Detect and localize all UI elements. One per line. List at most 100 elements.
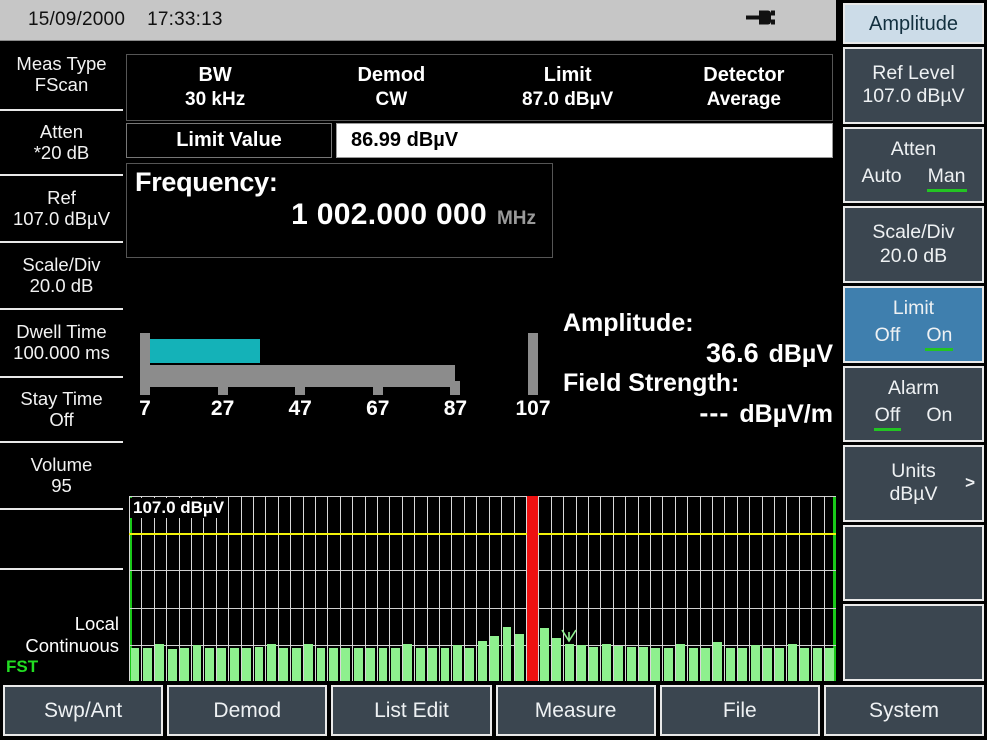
chart-bar	[143, 648, 152, 682]
softkey-label: Limit	[893, 297, 934, 320]
chart-gridline-vertical	[724, 496, 725, 682]
bargraph-tick	[140, 333, 150, 395]
sidebar-item-stay-time[interactable]: Stay Time Off	[0, 376, 123, 441]
chart-bar	[763, 648, 772, 682]
power-plug-icon	[746, 8, 780, 33]
info-cell-bw[interactable]: BW 30 kHz	[127, 55, 303, 120]
chart-gridline-vertical	[389, 496, 390, 682]
chart-bar	[813, 648, 822, 682]
chart-bar	[366, 648, 375, 682]
softkey-empty-1[interactable]	[843, 525, 984, 602]
chart-gridline-vertical	[451, 496, 452, 682]
chart-bar	[738, 648, 747, 682]
chart-bar	[627, 647, 636, 682]
chart-bar	[639, 647, 648, 682]
chart-bar	[751, 645, 760, 682]
softkey-empty-2[interactable]	[843, 604, 984, 681]
menu-button-file[interactable]: File	[660, 685, 820, 736]
field-strength-unit: dBµV/m	[739, 400, 833, 429]
sidebar-item-volume[interactable]: Volume 95	[0, 441, 123, 508]
softkey-label: Atten	[891, 138, 937, 161]
softkey-units[interactable]: Units dBµV >	[843, 445, 984, 522]
softkey-option-off[interactable]: Off	[875, 404, 901, 431]
bargraph-tick-label: 27	[211, 397, 234, 421]
softkey-option-on[interactable]: On	[926, 404, 952, 431]
info-cell-demod[interactable]: Demod CW	[303, 55, 479, 120]
softkey-option-man[interactable]: Man	[928, 165, 966, 192]
chart-gridline-vertical	[141, 496, 142, 682]
sidebar-item-ref[interactable]: Ref 107.0 dBµV	[0, 174, 123, 241]
sidebar-item-label: Volume	[31, 455, 93, 476]
amplitude-value: 36.6	[706, 338, 759, 369]
softkey-ref-level[interactable]: Ref Level 107.0 dBµV	[843, 47, 984, 124]
softkey-label: Units	[891, 460, 935, 483]
info-key: Limit	[544, 63, 592, 88]
sidebar-item-value: 100.000 ms	[13, 343, 110, 364]
chart-bar	[205, 648, 214, 682]
field-strength-label: Field Strength:	[563, 369, 833, 398]
sidebar-item-dwell-time[interactable]: Dwell Time 100.000 ms	[0, 308, 123, 376]
sidebar-item-label: Ref	[47, 188, 76, 209]
chart-gridline-horizontal	[129, 570, 836, 571]
softkey-options: Off On	[875, 404, 953, 431]
softkey-atten[interactable]: Atten Auto Man	[843, 127, 984, 204]
softkey-alarm[interactable]: Alarm Off On	[843, 366, 984, 443]
softkey-option-auto[interactable]: Auto	[861, 165, 901, 192]
sidebar-item-label: Dwell Time	[16, 322, 106, 343]
chart-bar	[689, 648, 698, 682]
chart-gridline-vertical	[662, 496, 663, 682]
info-value: Average	[707, 88, 781, 112]
softkey-label: Scale/Div	[872, 221, 954, 244]
softkey-scale-div[interactable]: Scale/Div 20.0 dB	[843, 206, 984, 283]
frequency-label: Frequency:	[135, 168, 542, 196]
sidebar-item-value: 95	[51, 476, 72, 497]
chart-bar	[614, 646, 623, 682]
chart-bar	[465, 648, 474, 682]
status-sweep-mode-text: Continuous	[25, 635, 119, 657]
chart-bar	[168, 649, 177, 682]
softkey-option-on[interactable]: On	[926, 324, 952, 351]
spectrum-chart[interactable]: 107.0 dBµV	[124, 496, 836, 682]
sidebar-item-meas-type[interactable]: Meas Type FScan	[0, 41, 123, 109]
chart-gridline-vertical	[786, 496, 787, 682]
chart-bar	[230, 648, 239, 682]
menu-button-measure[interactable]: Measure	[496, 685, 656, 736]
menu-button-list-edit[interactable]: List Edit	[331, 685, 491, 736]
chart-bar	[726, 648, 735, 682]
frequency-unit: MHz	[497, 208, 536, 230]
softkey-label: Ref Level	[872, 62, 954, 85]
bargraph-tick	[373, 381, 383, 395]
chart-gridline-horizontal	[129, 608, 836, 609]
chart-ref-level-label: 107.0 dBµV	[130, 498, 227, 518]
softkey-option-off[interactable]: Off	[875, 324, 901, 351]
measurement-info-row: BW 30 kHz Demod CW Limit 87.0 dBµV Detec…	[126, 54, 833, 121]
chart-bar	[242, 648, 251, 682]
menu-button-system[interactable]: System	[824, 685, 984, 736]
sidebar-item-scale-div[interactable]: Scale/Div 20.0 dB	[0, 241, 123, 308]
info-cell-limit[interactable]: Limit 87.0 dBµV	[480, 55, 656, 120]
chart-cursor-marker[interactable]	[527, 496, 538, 682]
bargraph-tick-label: 7	[139, 397, 151, 421]
chart-limit-line	[129, 533, 836, 535]
menu-button-demod[interactable]: Demod	[167, 685, 327, 736]
limit-value-input[interactable]: 86.99 dBµV	[336, 123, 833, 158]
chart-bar	[515, 634, 524, 682]
sidebar-item-atten[interactable]: Atten *20 dB	[0, 109, 123, 174]
chart-bar	[540, 628, 549, 682]
chart-bar	[664, 648, 673, 682]
bargraph-tick-label: 67	[366, 397, 389, 421]
info-cell-detector[interactable]: Detector Average	[656, 55, 832, 120]
chart-bar	[577, 645, 586, 682]
chart-bar	[490, 636, 499, 682]
chart-bar	[180, 648, 189, 682]
chart-plot-area[interactable]	[129, 496, 836, 682]
sidebar-item-value: 107.0 dBµV	[13, 209, 110, 230]
level-bargraph: 727476787107	[133, 319, 538, 439]
chart-bar	[441, 648, 450, 682]
menu-button-swp-ant[interactable]: Swp/Ant	[3, 685, 163, 736]
frequency-panel[interactable]: Frequency: 1 002.000 000 MHz	[126, 163, 553, 258]
softkey-limit[interactable]: Limit Off On	[843, 286, 984, 363]
chart-bar	[292, 648, 301, 682]
sidebar-item-label: Atten	[40, 122, 83, 143]
bargraph-tick	[450, 381, 460, 395]
